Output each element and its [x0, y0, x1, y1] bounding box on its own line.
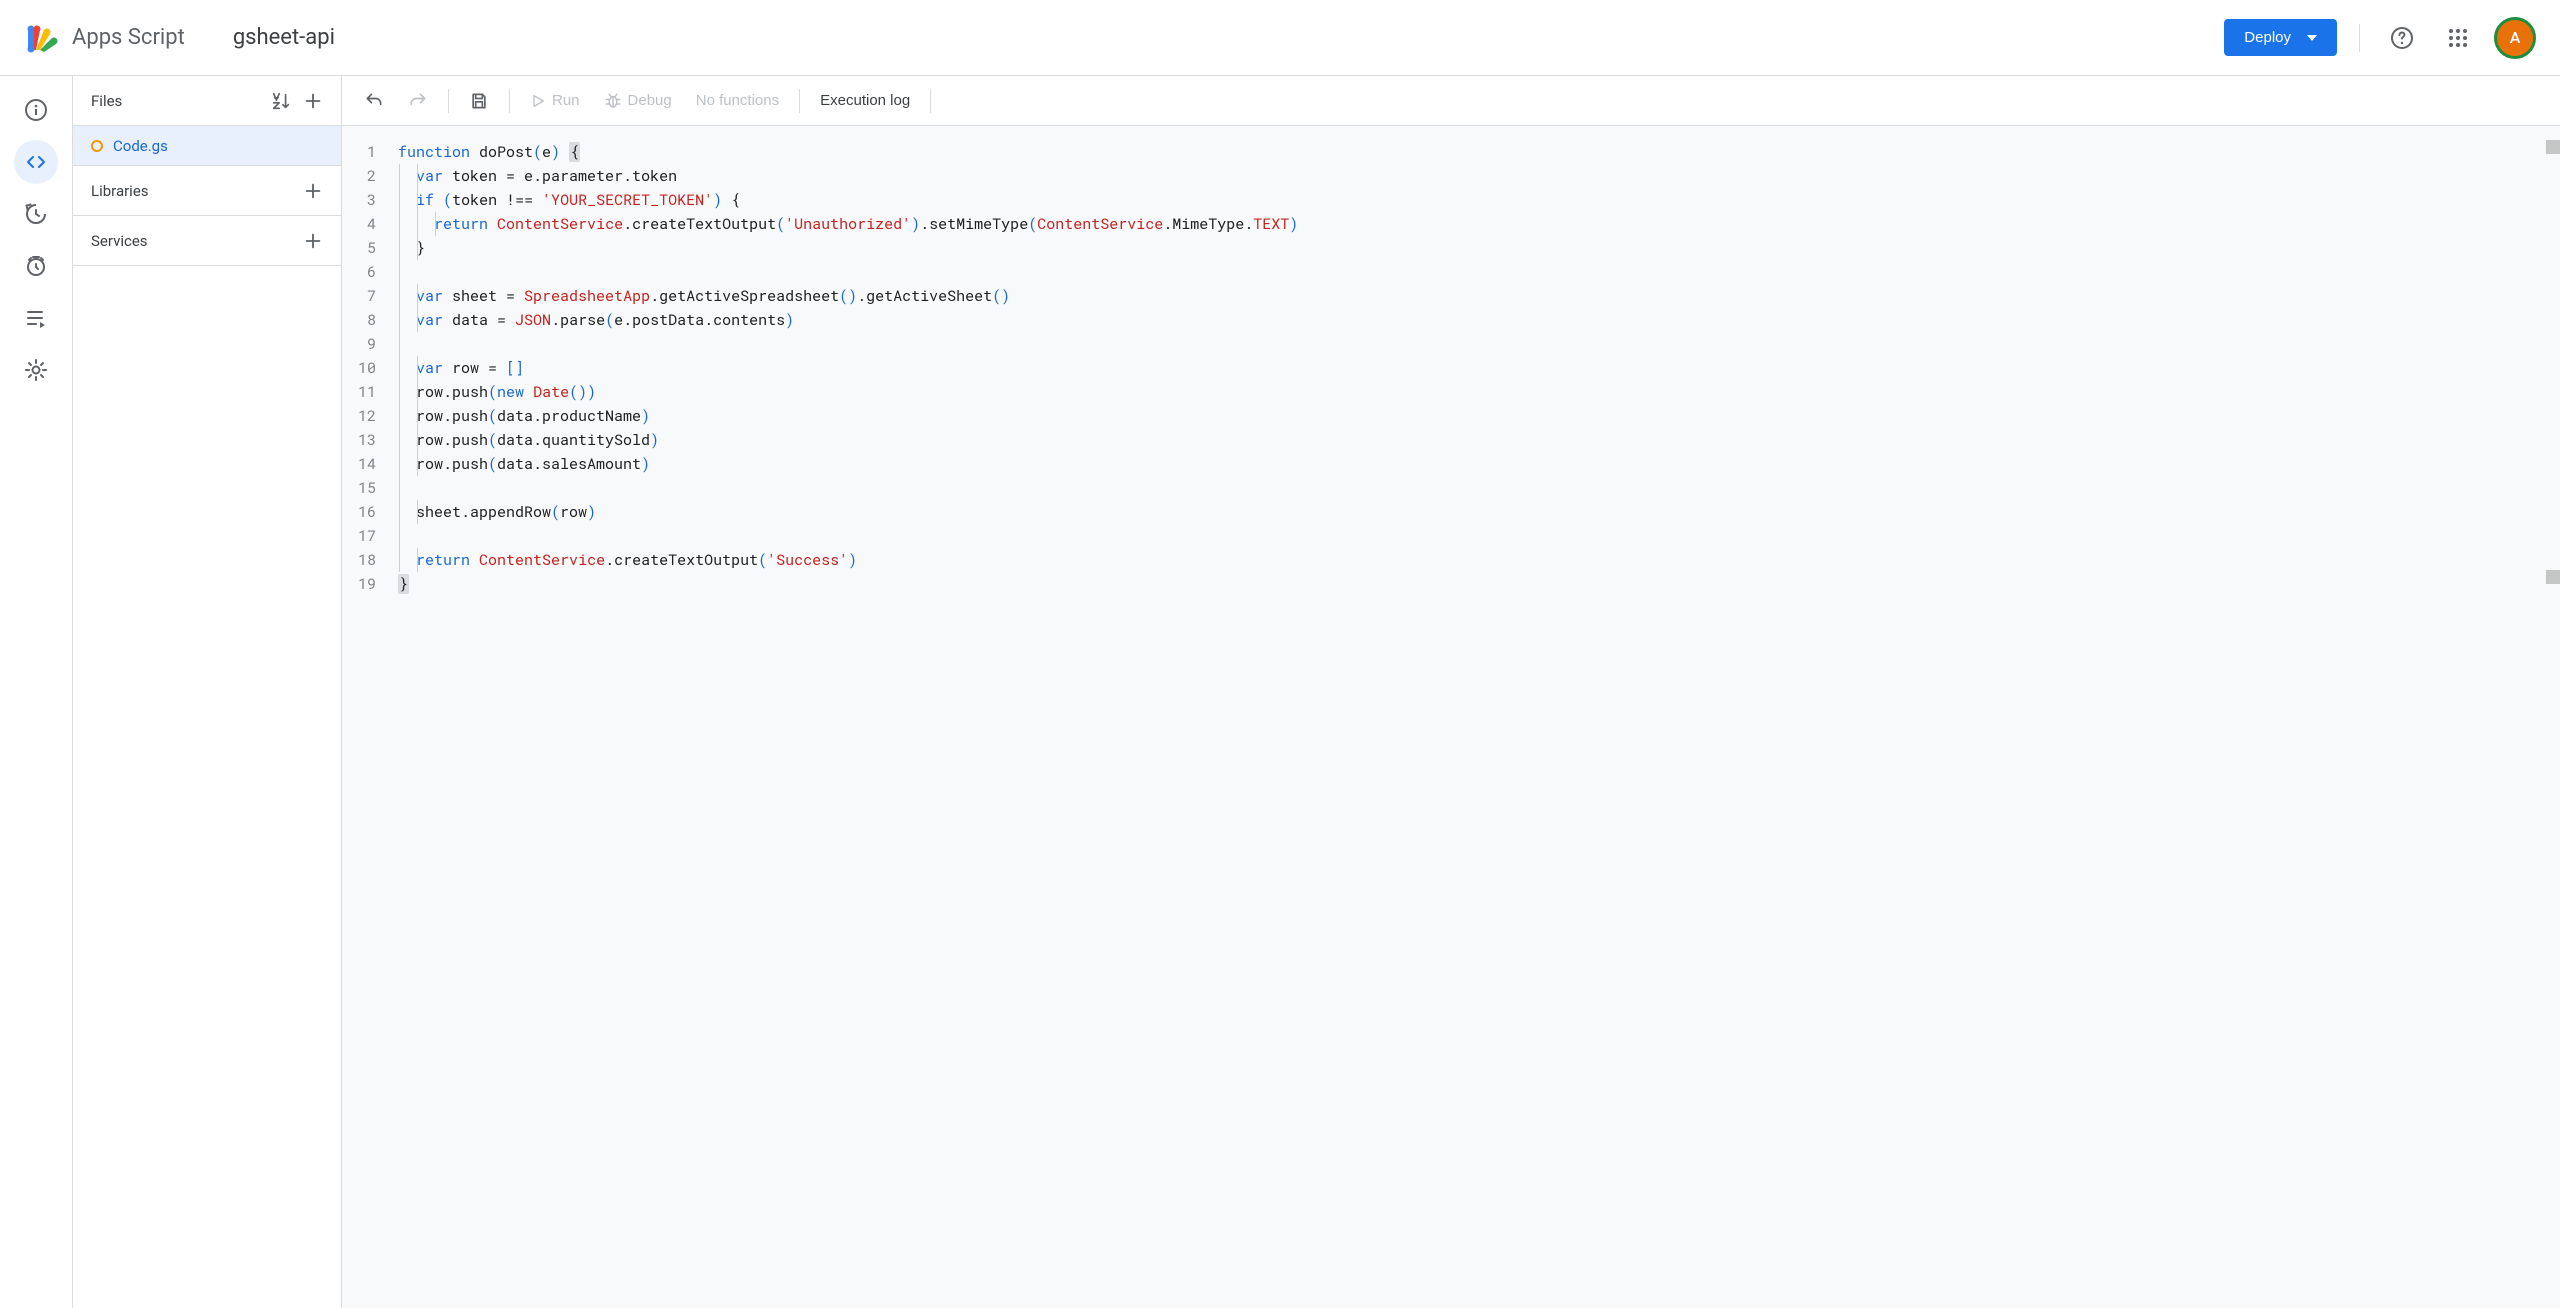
- scrollbar-marker: [2546, 570, 2560, 584]
- add-file-button[interactable]: [297, 85, 329, 117]
- clock-icon: [24, 254, 48, 278]
- services-label: Services: [91, 232, 148, 250]
- help-button[interactable]: [2382, 18, 2422, 58]
- avatar-letter: A: [2510, 28, 2521, 47]
- code-editor[interactable]: 12345678910111213141516171819 function d…: [342, 126, 2560, 1308]
- sort-alpha-icon: [270, 90, 292, 112]
- main: Files Code.gs Libraries: [0, 76, 2560, 1308]
- divider: [509, 89, 510, 113]
- file-name: Code.gs: [113, 137, 168, 155]
- editor-toolbar: Run Debug No functions Execution log: [342, 76, 2560, 126]
- apps-menu-button[interactable]: [2438, 18, 2478, 58]
- sort-files-button[interactable]: [265, 85, 297, 117]
- info-icon: [24, 98, 48, 122]
- libraries-label: Libraries: [91, 182, 149, 200]
- gear-icon: [24, 358, 48, 382]
- files-panel: Files Code.gs Libraries: [72, 76, 342, 1308]
- undo-icon: [364, 91, 384, 111]
- scrollbar-marker: [2546, 140, 2560, 154]
- run-label: Run: [552, 92, 580, 109]
- function-select-label: No functions: [696, 92, 779, 109]
- header-left: Apps Script gsheet-api: [20, 18, 335, 58]
- header: Apps Script gsheet-api Deploy A: [0, 0, 2560, 76]
- project-name[interactable]: gsheet-api: [233, 25, 335, 50]
- history-icon: [24, 202, 48, 226]
- help-icon: [2390, 26, 2414, 50]
- rail-editor-button[interactable]: [14, 140, 58, 184]
- deploy-label: Deploy: [2244, 29, 2291, 46]
- redo-icon: [408, 91, 428, 111]
- plus-icon: [302, 180, 324, 202]
- files-header: Files: [73, 76, 341, 126]
- rail-triggers-button[interactable]: [14, 192, 58, 236]
- divider: [448, 89, 449, 113]
- rail-logs-button[interactable]: [14, 296, 58, 340]
- left-rail: [0, 76, 72, 1308]
- divider: [799, 89, 800, 113]
- deploy-button[interactable]: Deploy: [2224, 19, 2337, 56]
- rail-settings-button[interactable]: [14, 348, 58, 392]
- file-item[interactable]: Code.gs: [73, 126, 341, 166]
- divider: [2359, 24, 2360, 52]
- app-title: Apps Script: [72, 25, 185, 50]
- play-icon: [530, 93, 546, 109]
- add-library-button[interactable]: [297, 175, 329, 207]
- debug-label: Debug: [628, 92, 672, 109]
- plus-icon: [302, 230, 324, 252]
- execution-log-label: Execution log: [820, 92, 910, 109]
- code-icon: [24, 150, 48, 174]
- files-header-label: Files: [91, 92, 122, 110]
- header-right: Deploy A: [2224, 17, 2536, 59]
- redo-button[interactable]: [398, 83, 438, 119]
- execution-log-button[interactable]: Execution log: [810, 83, 920, 119]
- services-header: Services: [73, 216, 341, 266]
- bug-icon: [604, 92, 622, 110]
- add-service-button[interactable]: [297, 225, 329, 257]
- code-content[interactable]: function doPost(e) { var token = e.param…: [390, 126, 2560, 1308]
- rail-executions-button[interactable]: [14, 244, 58, 288]
- apps-script-logo-icon[interactable]: [20, 18, 60, 58]
- editor-area: Run Debug No functions Execution log 123…: [342, 76, 2560, 1308]
- debug-button[interactable]: Debug: [594, 83, 682, 119]
- save-icon: [469, 91, 489, 111]
- apps-grid-icon: [2448, 28, 2468, 48]
- undo-button[interactable]: [354, 83, 394, 119]
- list-play-icon: [24, 306, 48, 330]
- save-button[interactable]: [459, 83, 499, 119]
- chevron-down-icon: [2307, 35, 2317, 41]
- plus-icon: [302, 90, 324, 112]
- run-button[interactable]: Run: [520, 83, 590, 119]
- rail-overview-button[interactable]: [14, 88, 58, 132]
- function-select[interactable]: No functions: [686, 83, 789, 119]
- libraries-header: Libraries: [73, 166, 341, 216]
- line-gutter: 12345678910111213141516171819: [342, 126, 390, 1308]
- divider: [930, 89, 931, 113]
- unsaved-indicator-icon: [91, 140, 103, 152]
- avatar[interactable]: A: [2494, 17, 2536, 59]
